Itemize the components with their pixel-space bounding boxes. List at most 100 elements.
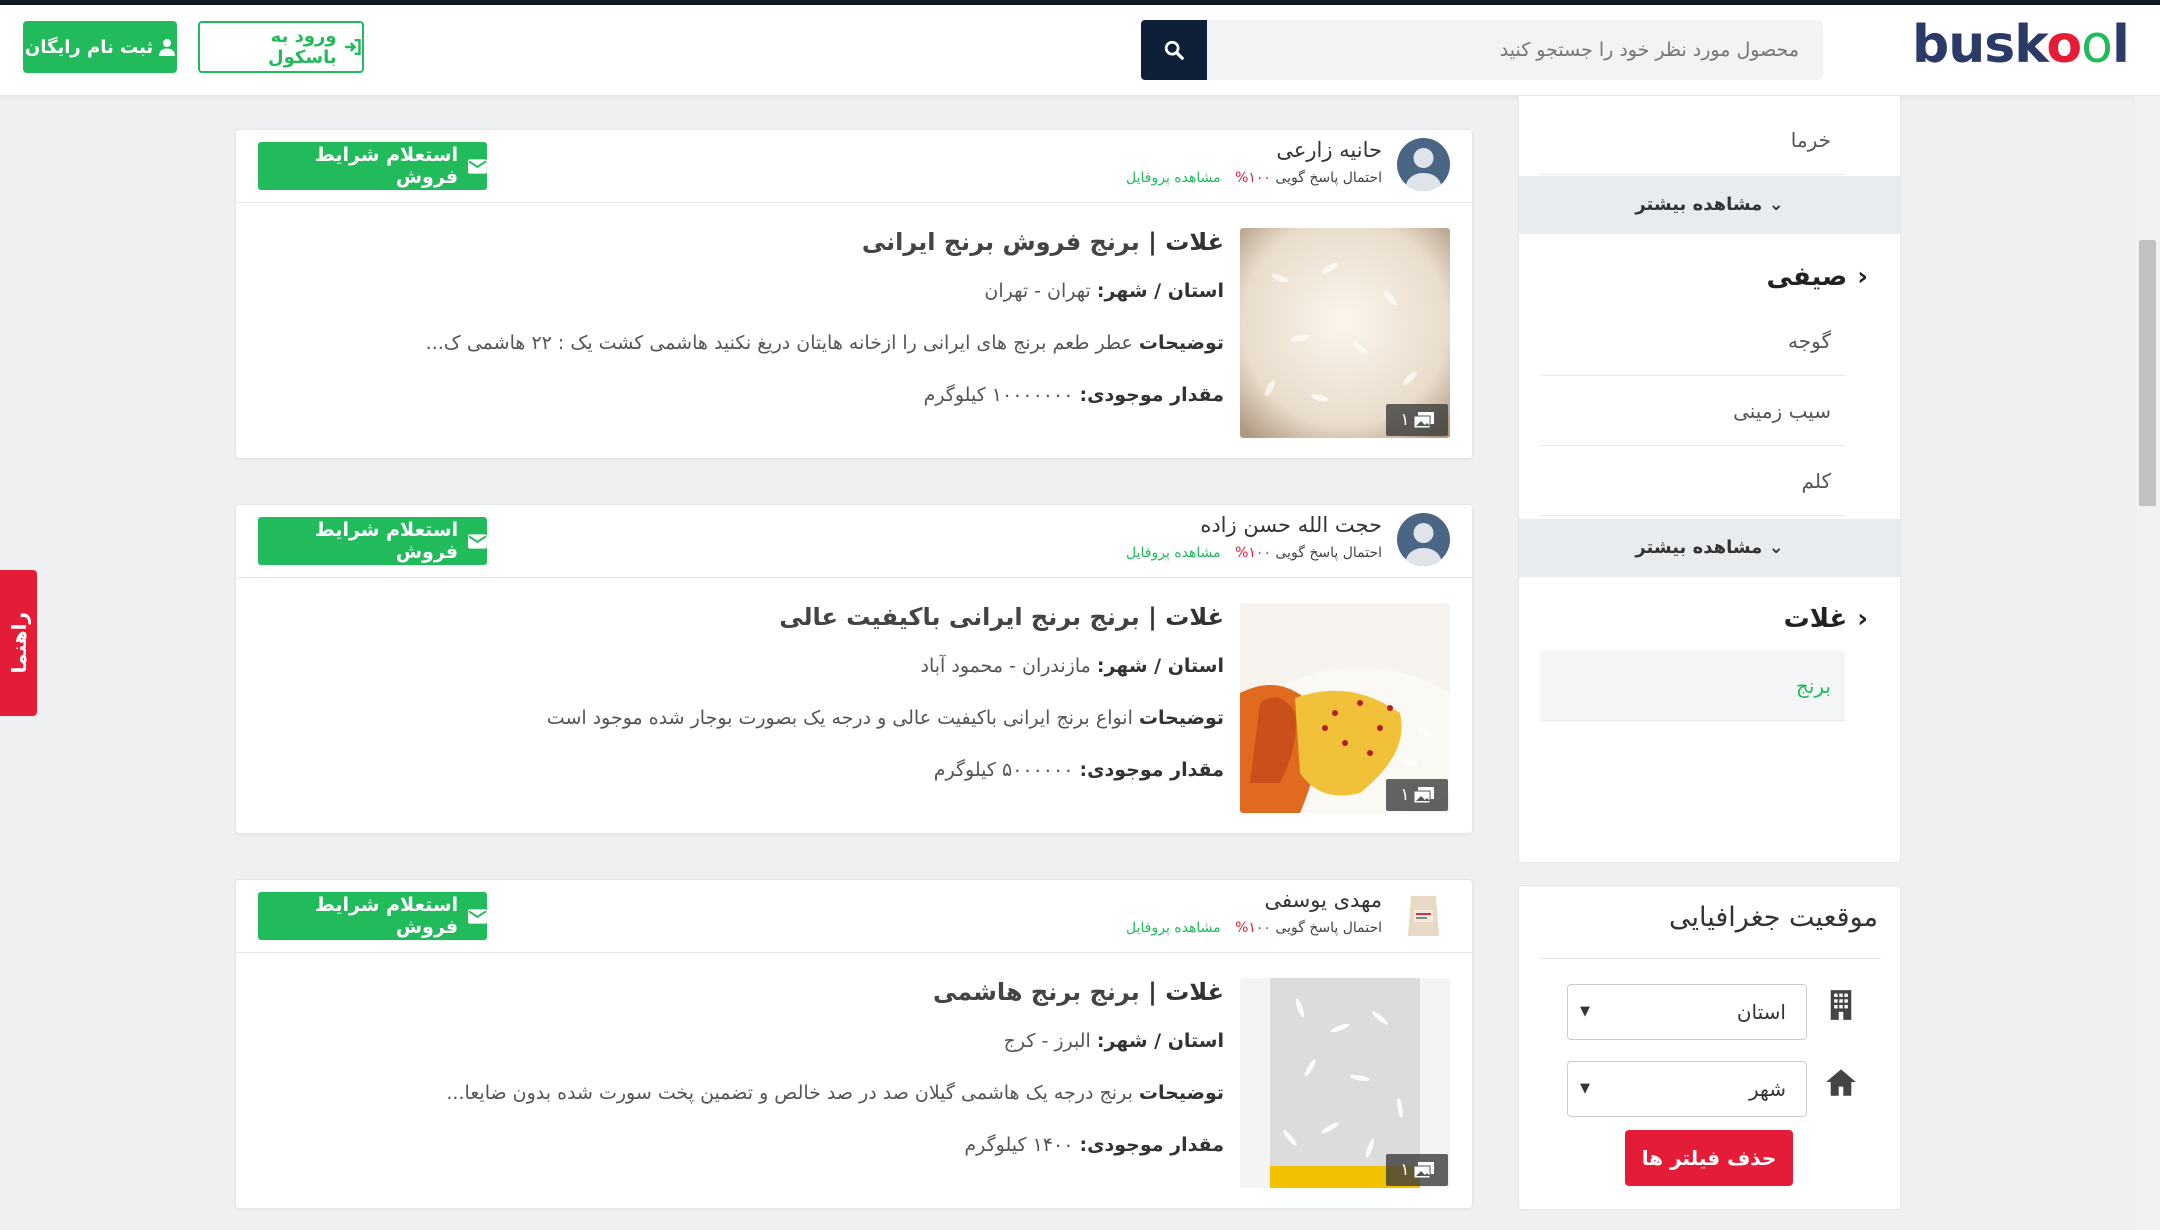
- product-title[interactable]: غلات | برنج برنج ایرانی باکیفیت عالی: [779, 603, 1224, 631]
- stock-label: مقدار موجودی:: [1079, 384, 1224, 406]
- product-name: برنج فروش برنج ایرانی: [861, 228, 1140, 256]
- chevron-down-icon: ⌄: [1768, 537, 1784, 558]
- user-icon: [1397, 513, 1450, 566]
- product-image[interactable]: ۱: [1240, 978, 1450, 1188]
- response-percent: ۱۰۰%: [1235, 170, 1271, 186]
- image-count-badge: ۱: [1386, 1154, 1448, 1186]
- view-profile-link[interactable]: مشاهده پروفایل: [1126, 170, 1221, 186]
- product-image[interactable]: ۱: [1240, 603, 1450, 813]
- caret-down-icon: ▼: [1580, 1004, 1590, 1019]
- page-scrollbar[interactable]: [2135, 96, 2160, 1230]
- location-value: مازندران - محمود آباد: [920, 655, 1091, 677]
- product-title[interactable]: غلات | برنج فروش برنج ایرانی: [862, 228, 1224, 256]
- seller-meta: احتمال پاسخ گویی ۱۰۰% مشاهده پروفایل: [1126, 545, 1382, 561]
- province-select[interactable]: استان ▼: [1567, 984, 1807, 1040]
- inquiry-button[interactable]: استعلام شرایط فروش: [258, 892, 487, 940]
- rice-bag-avatar: [1397, 888, 1450, 941]
- product-stock: مقدار موجودی: ۱۴۰۰ کیلوگرم: [964, 1134, 1224, 1156]
- product-category: غلات |: [1148, 978, 1224, 1006]
- product-stock: مقدار موجودی: ۵۰۰۰۰۰۰ کیلوگرم: [934, 759, 1224, 781]
- seller-meta: احتمال پاسخ گویی ۱۰۰% مشاهده پروفایل: [1126, 920, 1382, 936]
- description-label: توضیحات: [1138, 332, 1224, 354]
- location-value: تهران - تهران: [984, 280, 1091, 302]
- product-card: مهدی یوسفی احتمال پاسخ گویی ۱۰۰% مشاهده …: [235, 879, 1473, 1209]
- product-location: استان / شهر: تهران - تهران: [984, 280, 1224, 302]
- chevron-down-icon: ⌄: [1768, 194, 1784, 215]
- card-header: مهدی یوسفی احتمال پاسخ گویی ۱۰۰% مشاهده …: [236, 880, 1472, 953]
- envelope-icon: [468, 908, 487, 924]
- category-item-cabbage[interactable]: کلم: [1540, 446, 1845, 516]
- category-group-grains[interactable]: ‹ غلات: [1784, 604, 1868, 634]
- seller-name[interactable]: حجت الله حسن زاده: [1200, 513, 1382, 537]
- product-image[interactable]: ۱: [1240, 228, 1450, 438]
- product-description: توضیحات عطر طعم برنج های ایرانی را ازخان…: [426, 332, 1224, 354]
- product-title[interactable]: غلات | برنج برنج هاشمی: [933, 978, 1224, 1006]
- geo-title: موقعیت جغرافیایی: [1669, 902, 1878, 933]
- login-button[interactable]: ورود به باسکول: [198, 21, 364, 73]
- location-label: استان / شهر:: [1096, 280, 1224, 302]
- show-more-button-2[interactable]: ⌄ مشاهده بیشتر: [1519, 519, 1900, 577]
- seller-avatar[interactable]: [1397, 513, 1450, 566]
- stock-value: ۱۴۰۰ کیلوگرم: [964, 1134, 1074, 1156]
- stock-value: ۵۰۰۰۰۰۰ کیلوگرم: [933, 759, 1074, 781]
- search-icon: [1164, 40, 1184, 60]
- product-description: توضیحات برنج درجه یک هاشمی گیلان صد در ص…: [446, 1082, 1224, 1104]
- product-card: حجت الله حسن زاده احتمال پاسخ گویی ۱۰۰% …: [235, 504, 1473, 834]
- clear-filters-button[interactable]: حذف فیلتر ها: [1625, 1130, 1793, 1186]
- register-label: ثبت نام رایگان: [24, 36, 154, 58]
- city-select-value: شهر: [1748, 1077, 1786, 1101]
- category-panel: خرما ⌄ مشاهده بیشتر ‹ صیفی گوجه سیب زمین…: [1518, 96, 1901, 863]
- response-percent: ۱۰۰%: [1235, 920, 1271, 936]
- city-select[interactable]: شهر ▼: [1567, 1061, 1807, 1117]
- location-value: البرز - کرج: [1003, 1030, 1091, 1052]
- seller-name[interactable]: مهدی یوسفی: [1265, 888, 1382, 912]
- stock-value: ۱۰۰۰۰۰۰۰ کیلوگرم: [923, 384, 1074, 406]
- guide-label: راهنما: [6, 612, 31, 674]
- stock-label: مقدار موجودی:: [1079, 1134, 1224, 1156]
- view-profile-link[interactable]: مشاهده پروفایل: [1126, 545, 1221, 561]
- buskool-logo[interactable]: buskool: [1912, 15, 2130, 75]
- search-input[interactable]: [1205, 20, 1823, 80]
- description-value: برنج درجه یک هاشمی گیلان صد در صد خالص و…: [446, 1082, 1133, 1104]
- scrollbar-thumb[interactable]: [2139, 240, 2156, 506]
- card-header: حانیه زارعی احتمال پاسخ گویی ۱۰۰% مشاهده…: [236, 130, 1472, 203]
- register-button[interactable]: ثبت نام رایگان: [23, 21, 177, 73]
- envelope-icon: [468, 158, 487, 174]
- category-item-tomato[interactable]: گوجه: [1540, 306, 1845, 376]
- divider: [1541, 958, 1881, 959]
- inquiry-button[interactable]: استعلام شرایط فروش: [258, 517, 487, 565]
- category-item-potato[interactable]: سیب زمینی: [1540, 376, 1845, 446]
- product-category: غلات |: [1148, 228, 1224, 256]
- search-button[interactable]: [1141, 20, 1207, 80]
- image-count: ۱: [1400, 410, 1410, 430]
- images-icon: [1413, 787, 1434, 803]
- product-card: حانیه زارعی احتمال پاسخ گویی ۱۰۰% مشاهده…: [235, 129, 1473, 459]
- sign-in-icon: [344, 38, 361, 56]
- description-label: توضیحات: [1138, 1082, 1224, 1104]
- images-icon: [1413, 412, 1434, 428]
- category-group-title: صیفی: [1766, 262, 1848, 292]
- image-count: ۱: [1400, 785, 1410, 805]
- category-group-summer-crops[interactable]: ‹ صیفی: [1767, 262, 1868, 292]
- guide-tab[interactable]: راهنما: [0, 570, 37, 716]
- images-icon: [1413, 1162, 1434, 1178]
- seller-meta: احتمال پاسخ گویی ۱۰۰% مشاهده پروفایل: [1126, 170, 1382, 186]
- seller-avatar[interactable]: [1397, 888, 1450, 941]
- building-icon: [1830, 990, 1852, 1020]
- seller-name[interactable]: حانیه زارعی: [1276, 138, 1382, 162]
- product-name: برنج برنج هاشمی: [932, 978, 1140, 1006]
- inquiry-button[interactable]: استعلام شرایط فروش: [258, 142, 487, 190]
- location-label: استان / شهر:: [1096, 655, 1224, 677]
- response-percent: ۱۰۰%: [1235, 545, 1271, 561]
- response-label: احتمال پاسخ گویی: [1275, 920, 1382, 936]
- seller-avatar[interactable]: [1397, 138, 1450, 191]
- province-select-value: استان: [1736, 1000, 1786, 1024]
- response-label: احتمال پاسخ گویی: [1275, 545, 1382, 561]
- category-item-rice[interactable]: برنج: [1540, 651, 1845, 721]
- home-icon: [1826, 1069, 1856, 1096]
- view-profile-link[interactable]: مشاهده پروفایل: [1126, 920, 1221, 936]
- category-item-dates[interactable]: خرما: [1540, 105, 1845, 175]
- category-group-title: غلات: [1783, 604, 1848, 634]
- inquiry-label: استعلام شرایط فروش: [314, 894, 459, 938]
- show-more-button[interactable]: ⌄ مشاهده بیشتر: [1519, 176, 1900, 234]
